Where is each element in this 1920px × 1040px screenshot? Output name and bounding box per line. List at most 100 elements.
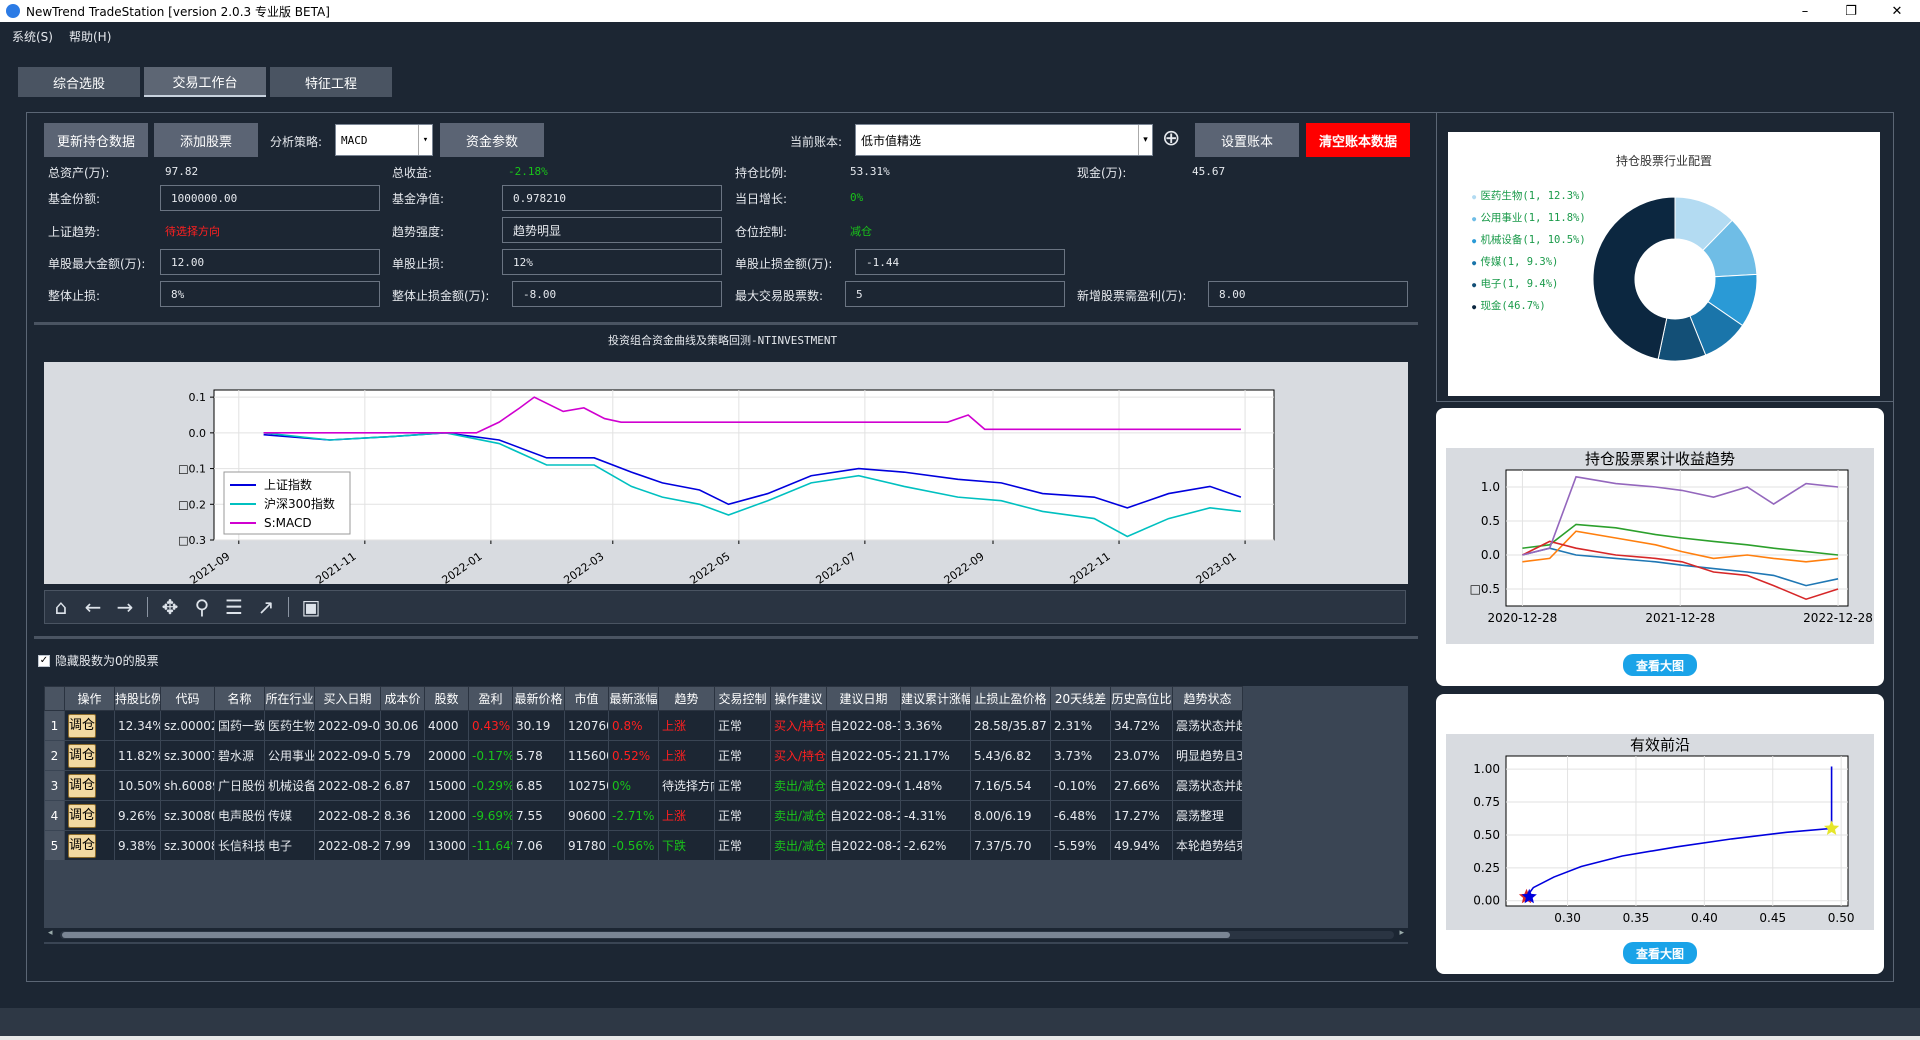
column-header[interactable]: 20天线差 xyxy=(1050,686,1111,711)
strategy-select[interactable]: MACD ▾ xyxy=(335,124,433,156)
cell-chg: 0.8% xyxy=(608,710,659,741)
table-row[interactable]: 2调仓11.82%sz.300070碧水源公用事业2022-09-095.792… xyxy=(44,740,1243,771)
cell-shares: 4000 xyxy=(424,710,469,741)
cumulative-view-button[interactable]: 查看大图 xyxy=(1623,654,1697,676)
column-header[interactable]: 操作建议 xyxy=(770,686,827,711)
tab-stock-selection[interactable]: 综合选股 xyxy=(18,67,140,97)
frontier-view-button[interactable]: 查看大图 xyxy=(1623,942,1697,964)
menu-system[interactable]: 系统(S) xyxy=(12,28,53,45)
x-tick-label: 2022-05 xyxy=(687,550,732,584)
cell-shares: 15000 xyxy=(424,770,469,801)
add-account-icon[interactable]: ⊕ xyxy=(1162,126,1180,151)
home-icon[interactable]: ⌂ xyxy=(45,592,77,622)
column-header[interactable]: 最新价格 xyxy=(512,686,565,711)
column-header[interactable]: 操作 xyxy=(64,686,115,711)
table-row[interactable]: 5调仓 9.38%sz.300088长信科技电子2022-08-247.99130… xyxy=(44,830,1243,861)
new-stock-profit-field[interactable]: 8.00 xyxy=(1208,281,1408,307)
column-header[interactable]: 名称 xyxy=(214,686,265,711)
main-chart-svg: 2021-09 2021-11 2022-01 2022-03 2022-05 2022-… xyxy=(178,389,1275,587)
column-header[interactable]: 市值 xyxy=(564,686,609,711)
forward-icon[interactable]: → xyxy=(109,592,141,622)
max-amount-field[interactable]: 12.00 xyxy=(160,249,380,275)
window-title: NewTrend TradeStation [version 2.0.3 专业版… xyxy=(26,4,330,19)
tab-feature-engineering[interactable]: 特征工程 xyxy=(270,67,392,97)
cell-stop: 5.43/6.82 xyxy=(970,740,1051,771)
cell-trend: 上涨 xyxy=(658,800,715,831)
column-header[interactable]: 所在行业 xyxy=(264,686,315,711)
chevron-down-icon: ▾ xyxy=(1138,125,1152,155)
cell-adv-date: 自2022-05-25起 xyxy=(826,740,901,771)
column-header[interactable]: 盈利 xyxy=(468,686,513,711)
total-stop-amount-field[interactable]: -8.00 xyxy=(512,281,722,307)
y-tick-label: □0.5 xyxy=(1470,582,1500,596)
column-header[interactable]: 建议累计涨幅 xyxy=(900,686,971,711)
configure-icon[interactable]: ☰ xyxy=(218,592,250,622)
total-stop-field[interactable]: 8% xyxy=(160,281,380,307)
column-header[interactable]: 最新涨幅 xyxy=(608,686,659,711)
cell-ma20: 2.31% xyxy=(1050,710,1111,741)
cell-name: 碧水源 xyxy=(214,740,265,771)
column-header[interactable]: 股数 xyxy=(424,686,469,711)
x-tick-label: 0.50 xyxy=(1828,911,1855,925)
column-header[interactable]: 持股比例 xyxy=(114,686,161,711)
cell-industry: 公用事业 xyxy=(264,740,315,771)
single-stop-field[interactable]: 12% xyxy=(502,249,722,275)
menu-help[interactable]: 帮助(H) xyxy=(69,28,111,45)
scroll-right-icon[interactable]: ▸ xyxy=(1399,928,1404,938)
trend-strength-field[interactable]: 趋势明显 xyxy=(502,217,722,243)
column-header[interactable]: 历史高位比 xyxy=(1110,686,1173,711)
column-header[interactable]: 成本价 xyxy=(380,686,425,711)
set-account-button[interactable]: 设置账本 xyxy=(1195,123,1299,157)
add-stock-button[interactable]: 添加股票 xyxy=(154,123,258,157)
column-header[interactable]: 止损止盈价格 xyxy=(970,686,1051,711)
maximize-button[interactable]: ❐ xyxy=(1828,0,1874,22)
column-header[interactable]: 交易控制 xyxy=(714,686,771,711)
total-income-value: -2.18% xyxy=(508,165,548,178)
clear-account-button[interactable]: 清空账本数据 xyxy=(1306,123,1410,157)
table-row[interactable]: 1调仓 12.34%sz.000028国药一致医药生物2022-09-0630.0… xyxy=(44,710,1243,741)
chart-toolbar: ⌂ ← → ✥ ⚲ ☰ ↗ ▣ xyxy=(44,590,1406,624)
table-row[interactable]: 3调仓 10.50%sh.600894广日股份机械设备2022-08-246.87… xyxy=(44,770,1243,801)
horizontal-scrollbar[interactable]: ◂ ▸ xyxy=(44,928,1408,942)
table-row[interactable]: 4调仓 9.26%sz.300805电声股份传媒2022-08-248.36120… xyxy=(44,800,1243,831)
hide-zero-checkbox[interactable]: ✓ xyxy=(38,654,50,667)
edit-axis-icon[interactable]: ↗ xyxy=(250,592,282,622)
account-select[interactable]: 低市值精选 ▾ xyxy=(855,124,1153,156)
column-header[interactable]: 趋势 xyxy=(658,686,715,711)
cell-control: 正常 xyxy=(714,800,771,831)
scroll-left-icon[interactable]: ◂ xyxy=(48,928,53,938)
rebalance-button[interactable]: 调仓 xyxy=(68,773,96,798)
zoom-icon[interactable]: ⚲ xyxy=(186,592,218,622)
cell-state: 震荡状态并趋 xyxy=(1172,770,1243,801)
refresh-holdings-button[interactable]: 更新持仓数据 xyxy=(44,123,148,157)
cell-op: 调仓 xyxy=(64,710,115,741)
column-header[interactable]: 趋势状态 xyxy=(1172,686,1243,711)
tab-trading-workbench[interactable]: 交易工作台 xyxy=(144,67,266,97)
x-tick-label: 2023-01 xyxy=(1194,550,1239,584)
single-stop-amount-field[interactable]: -1.44 xyxy=(855,249,1065,275)
scrollbar-thumb[interactable] xyxy=(62,932,1230,938)
back-icon[interactable]: ← xyxy=(77,592,109,622)
column-header[interactable]: 建议日期 xyxy=(826,686,901,711)
cell-ratio: 12.34% xyxy=(114,710,161,741)
cell-op: 调仓 xyxy=(64,800,115,831)
rebalance-button[interactable]: 调仓 xyxy=(68,713,96,738)
x-tick-label: 2021-11 xyxy=(313,550,358,584)
fund-nav-field[interactable]: 0.978210 xyxy=(502,185,722,211)
rebalance-button[interactable]: 调仓 xyxy=(68,803,96,828)
cell-chg: 0% xyxy=(608,770,659,801)
pan-icon[interactable]: ✥ xyxy=(154,592,186,622)
minimize-button[interactable]: – xyxy=(1782,0,1828,22)
daily-growth-label: 当日增长: xyxy=(735,192,788,206)
save-icon[interactable]: ▣ xyxy=(295,592,327,622)
fund-shares-field[interactable]: 1000000.00 xyxy=(160,185,380,211)
column-header[interactable]: 代码 xyxy=(160,686,215,711)
column-header[interactable]: 买入日期 xyxy=(314,686,381,711)
rebalance-button[interactable]: 调仓 xyxy=(68,743,96,768)
close-button[interactable]: ✕ xyxy=(1874,0,1920,22)
rebalance-button[interactable]: 调仓 xyxy=(68,833,96,858)
max-stocks-field[interactable]: 5 xyxy=(845,281,1065,307)
y-tick-label: 0.1 xyxy=(189,391,207,404)
funds-param-button[interactable]: 资金参数 xyxy=(440,123,544,157)
position-ratio-value: 53.31% xyxy=(850,165,890,178)
